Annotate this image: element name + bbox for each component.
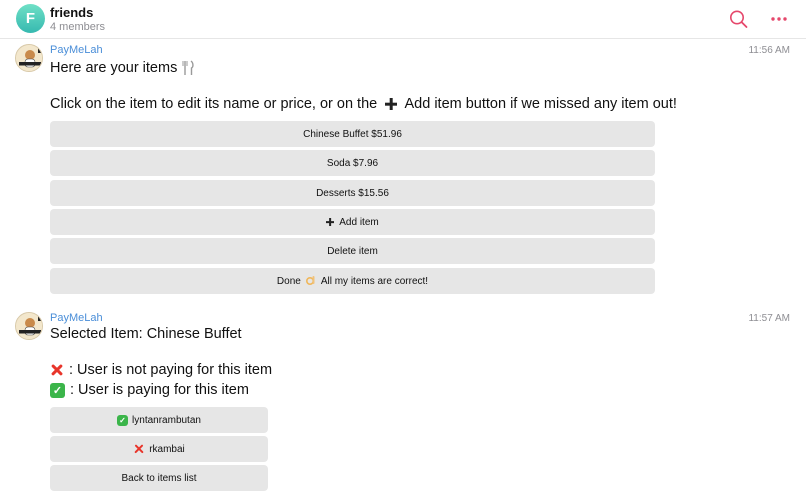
chat-header: F friends 4 members [0, 0, 806, 39]
selected-item-text: Selected Item: Chinese Buffet [50, 326, 242, 342]
button-label: Soda $7.96 [326, 157, 379, 169]
group-avatar-letter: F [25, 10, 36, 27]
plus-icon [326, 218, 334, 226]
items-intro: Here are your items [50, 60, 178, 76]
delete-item-button[interactable]: Delete item [50, 238, 655, 264]
button-label: Back to items list [121, 472, 197, 484]
plus-icon [385, 98, 397, 110]
instruction-text: Click on the item to edit its name or pr… [50, 96, 378, 112]
add-item-button[interactable]: Add item [50, 209, 655, 235]
legend-paying-text: : User is paying for this item [70, 382, 249, 398]
chat-title[interactable]: friends [50, 5, 93, 20]
bot-avatar[interactable] [15, 312, 43, 340]
bot-avatar[interactable] [15, 44, 43, 72]
ok-hand-icon [305, 276, 315, 286]
legend-not-paying-text: : User is not paying for this item [69, 362, 273, 378]
fork-knife-icon [182, 60, 194, 76]
sender-name[interactable]: PayMeLah [50, 44, 103, 56]
message-text: Here are your items [50, 60, 195, 76]
button-label: Chinese Buffet $51.96 [303, 128, 402, 140]
cross-icon [50, 363, 64, 377]
message-time: 11:56 AM [748, 45, 790, 56]
button-label: Desserts $15.56 [316, 187, 389, 199]
message-time: 11:57 AM [748, 313, 790, 324]
item-button-chinese-buffet[interactable]: Chinese Buffet $51.96 [50, 121, 655, 147]
check-icon: ✓ [50, 382, 65, 398]
paymelah-logo-icon [16, 313, 42, 339]
instruction-text-2: Add item button if we missed any item ou… [404, 96, 677, 112]
legend-not-paying: : User is not paying for this item [50, 362, 272, 378]
done-button[interactable]: Done All my items are correct! [50, 268, 655, 294]
button-label: lyntanrambutan [132, 414, 201, 426]
button-label: rkambai [149, 443, 185, 455]
back-to-items-button[interactable]: Back to items list [50, 465, 268, 491]
user-button-rkambai[interactable]: rkambai [50, 436, 268, 462]
item-button-soda[interactable]: Soda $7.96 [50, 150, 655, 176]
button-label: All my items are correct! [320, 275, 429, 287]
group-avatar[interactable]: F [16, 4, 45, 33]
member-count: 4 members [50, 21, 106, 33]
paymelah-logo-icon [16, 45, 42, 71]
button-label: Delete item [327, 245, 378, 257]
check-icon: ✓ [117, 414, 129, 426]
sender-name[interactable]: PayMeLah [50, 312, 103, 324]
search-icon[interactable] [728, 9, 750, 29]
button-label: Add item [339, 216, 379, 228]
item-button-desserts[interactable]: Desserts $15.56 [50, 180, 655, 206]
legend-paying: ✓ : User is paying for this item [50, 382, 249, 398]
more-icon[interactable] [768, 9, 790, 29]
button-label-prefix: Done [276, 275, 301, 287]
message-instruction: Click on the item to edit its name or pr… [50, 96, 677, 112]
user-button-lyntanrambutan[interactable]: ✓ lyntanrambutan [50, 407, 268, 433]
cross-icon [133, 444, 144, 455]
